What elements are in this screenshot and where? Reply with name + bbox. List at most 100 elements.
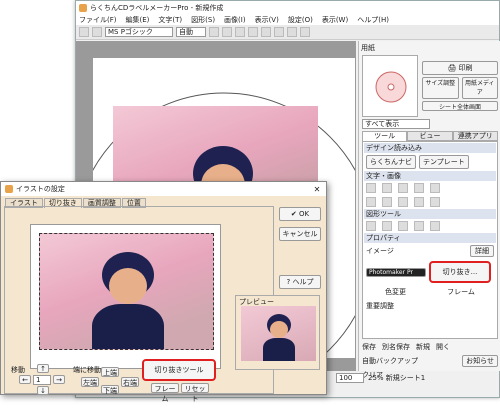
- dialog-icon: [5, 185, 13, 193]
- menu-text[interactable]: 文字(T): [158, 15, 182, 25]
- bottom-edge-button[interactable]: 下端: [101, 385, 119, 395]
- frame-button[interactable]: フレーム: [151, 383, 179, 403]
- align-right-icon[interactable]: [274, 27, 284, 37]
- kid-face-icon: [109, 268, 147, 304]
- crop-tool-button[interactable]: 切り抜きツール: [142, 359, 216, 381]
- ok-button[interactable]: ✔ OK: [279, 207, 321, 221]
- tab-linked-apps[interactable]: 連携アプリ: [452, 131, 498, 141]
- paper-row: 用紙: [359, 41, 500, 55]
- print-button[interactable]: 🖨 印刷: [422, 61, 498, 75]
- select-arrow-icon[interactable]: [366, 221, 376, 231]
- cancel-button[interactable]: キャンセル: [279, 227, 321, 241]
- rakuchin-navi-button[interactable]: らくちんナビ: [366, 155, 416, 169]
- italic-icon[interactable]: [222, 27, 232, 37]
- app-icon: [79, 3, 87, 12]
- top-edge-button[interactable]: 上端: [101, 367, 119, 377]
- ellipse-icon[interactable]: [414, 221, 424, 231]
- globe-icon[interactable]: [382, 183, 392, 193]
- menu-window[interactable]: 表示(W): [322, 15, 348, 25]
- layer-icon[interactable]: [414, 197, 424, 207]
- step-field[interactable]: 1: [33, 375, 51, 385]
- close-icon[interactable]: ✕: [312, 185, 322, 194]
- crop-button[interactable]: 切り抜き...: [429, 261, 491, 283]
- move-right-icon[interactable]: →: [53, 375, 65, 384]
- folder-icon[interactable]: [398, 197, 408, 207]
- reset-button[interactable]: リセット: [181, 383, 209, 403]
- tool-pane: デザイン読み込み らくちんナビ テンプレート 文字・画像 図形ツール プロパティ…: [362, 141, 498, 339]
- picture-icon[interactable]: [398, 183, 408, 193]
- menu-edit[interactable]: 編集(E): [126, 15, 150, 25]
- move-down-icon[interactable]: ↓: [37, 386, 49, 395]
- detail-button[interactable]: 詳細: [470, 245, 494, 257]
- format-toolbar: MS Pゴシック 自動: [76, 25, 499, 40]
- text-tool-icon[interactable]: [366, 183, 376, 193]
- preview-panel: プレビュー: [235, 295, 320, 370]
- left-edge-button[interactable]: 左端: [81, 377, 99, 387]
- paper-media-button[interactable]: 用紙メディア: [461, 77, 498, 99]
- bold-icon[interactable]: [209, 27, 219, 37]
- menu-shape[interactable]: 図形(S): [191, 15, 215, 25]
- shape-icon[interactable]: [287, 27, 297, 37]
- size-adjust-button[interactable]: サイズ調整: [422, 77, 459, 99]
- menu-bar: ファイル(F) 編集(E) 文字(T) 図形(S) 画像(I) 表示(V) 設定…: [76, 14, 499, 25]
- display-select[interactable]: すべて表示: [362, 119, 430, 129]
- tab-view[interactable]: ビュー: [407, 131, 453, 141]
- underline-icon[interactable]: [235, 27, 245, 37]
- save-button[interactable]: 保存: [362, 342, 376, 352]
- redo-icon[interactable]: [92, 27, 102, 37]
- open-button[interactable]: 開く: [436, 342, 450, 352]
- notice-button[interactable]: お知らせ: [462, 355, 498, 367]
- move-label: 移動: [11, 366, 25, 374]
- property-header: プロパティ: [364, 233, 496, 243]
- right-edge-button[interactable]: 右端: [121, 377, 139, 387]
- sheet-full-button[interactable]: シート全体画面: [422, 101, 498, 111]
- illustration-settings-dialog: イラストの設定 ✕ イラスト 切り抜き 画質調整 位置 移動 ↑ ← 1 → ↓…: [0, 181, 327, 403]
- cd-thumbnail-icon: [375, 71, 407, 103]
- zoom-field[interactable]: 100: [336, 373, 364, 383]
- align-left-icon[interactable]: [248, 27, 258, 37]
- main-titlebar: らくちんCDラベルメーカーPro - 新規作成: [76, 1, 499, 14]
- calendar-icon[interactable]: [430, 183, 440, 193]
- paper-label: 用紙: [361, 44, 375, 52]
- move-up-icon[interactable]: ↑: [37, 364, 49, 373]
- dialog-title: イラストの設定: [16, 185, 65, 193]
- status-text: 25% 新規シート1: [368, 374, 426, 382]
- undo-icon[interactable]: [79, 27, 89, 37]
- grid-icon[interactable]: [430, 197, 440, 207]
- overlap-adjust-label[interactable]: 重要調整: [366, 301, 394, 311]
- menu-settings[interactable]: 設定(O): [288, 15, 313, 25]
- menu-view[interactable]: 表示(V): [255, 15, 279, 25]
- menu-image[interactable]: 画像(I): [224, 15, 246, 25]
- crop-image-frame[interactable]: [30, 224, 221, 369]
- auto-backup-select[interactable]: 自動バックアップ: [362, 356, 418, 366]
- color-icon[interactable]: [300, 27, 310, 37]
- paper-thumbnail[interactable]: [362, 55, 418, 117]
- frame-label[interactable]: フレーム: [447, 287, 475, 297]
- font-size-select[interactable]: 自動: [176, 27, 206, 37]
- save-as-button[interactable]: 別名保存: [382, 342, 410, 352]
- design-header: デザイン読み込み: [364, 143, 496, 153]
- tab-tool[interactable]: ツール: [362, 131, 408, 141]
- photomaker-button[interactable]: Photomaker Pr: [366, 267, 426, 277]
- template-button[interactable]: テンプレート: [419, 155, 469, 169]
- help-button[interactable]: ? ヘルプ: [279, 275, 321, 289]
- line-icon[interactable]: [382, 221, 392, 231]
- status-bar: 100 25% 新規シート1: [336, 373, 425, 383]
- polygon-icon[interactable]: [430, 221, 440, 231]
- menu-file[interactable]: ファイル(F): [79, 15, 117, 25]
- color-change-label[interactable]: 色変更: [385, 287, 406, 297]
- crop-photo[interactable]: [39, 233, 214, 350]
- qr-icon[interactable]: [414, 183, 424, 193]
- menu-help[interactable]: ヘルプ(H): [357, 15, 389, 25]
- font-select[interactable]: MS Pゴシック: [105, 27, 173, 37]
- end-move-label: 端に移動: [73, 366, 101, 374]
- shape-header: 図形ツール: [364, 209, 496, 219]
- text-image-header: 文字・画像: [364, 171, 496, 181]
- new-button[interactable]: 新規: [416, 342, 430, 352]
- photo-tool-icon[interactable]: [382, 197, 392, 207]
- move-left-icon[interactable]: ←: [19, 375, 31, 384]
- rect-icon[interactable]: [398, 221, 408, 231]
- arrow-tool-icon[interactable]: [366, 197, 376, 207]
- preview-photo: [241, 306, 316, 361]
- align-center-icon[interactable]: [261, 27, 271, 37]
